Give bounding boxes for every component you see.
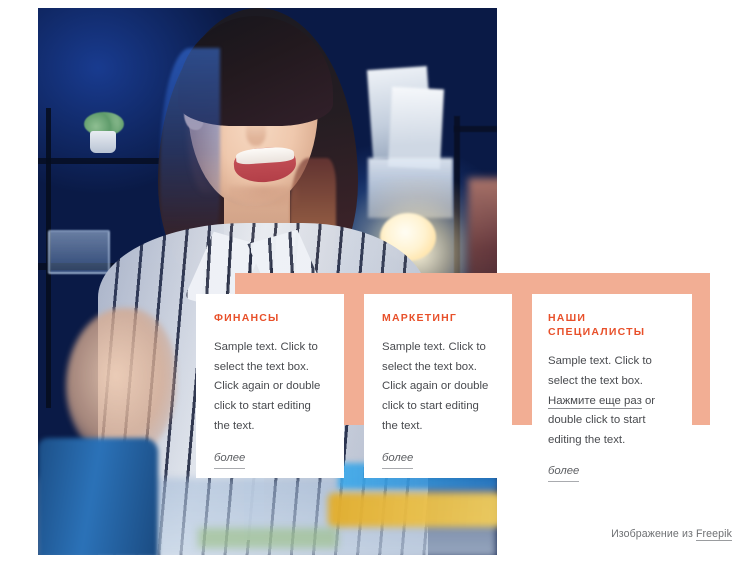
feature-card-finance[interactable]: ФИНАНСЫ Sample text. Click to select the… — [196, 294, 344, 478]
card-content: ФИНАНСЫ Sample text. Click to select the… — [196, 294, 344, 469]
feature-card-marketing[interactable]: МАРКЕТИНГ Sample text. Click to select t… — [364, 294, 512, 478]
card-content: НАШИ СПЕЦИАЛИСТЫ Sample text. Click to s… — [532, 294, 692, 482]
page-root: ФИНАНСЫ Sample text. Click to select the… — [0, 0, 750, 573]
card-body-text-before: Sample text. Click to select the text bo… — [548, 355, 652, 387]
more-link[interactable]: более — [214, 452, 246, 469]
freepik-link[interactable]: Freepik — [695, 528, 732, 541]
photo-woman-chin-shadow — [228, 186, 298, 206]
card-title: МАРКЕТИНГ — [382, 312, 458, 324]
more-link[interactable]: более — [548, 465, 580, 482]
feature-card-specialists[interactable]: НАШИ СПЕЦИАЛИСТЫ Sample text. Click to s… — [532, 294, 692, 482]
card-content: МАРКЕТИНГ Sample text. Click to select t… — [364, 294, 512, 469]
card-body: Sample text. Click to select the text bo… — [214, 338, 326, 436]
photo-desk-green-object — [198, 528, 338, 548]
more-link[interactable]: более — [382, 452, 414, 469]
image-credit: Изображение из Freepik — [611, 528, 732, 541]
photo-frame-crossbar — [454, 126, 497, 132]
card-title: ФИНАНСЫ — [214, 312, 280, 324]
photo-basket — [48, 230, 110, 274]
photo-plant-pot — [90, 131, 116, 153]
image-credit-prefix: Изображение из — [611, 528, 696, 540]
photo-woman-hand — [66, 308, 176, 458]
photo-blue-mug — [38, 438, 158, 555]
card-body-text: Sample text. Click to select the text bo… — [214, 341, 321, 432]
card-body: Sample text. Click to select the text bo… — [548, 352, 676, 450]
photo-desk-yellow-object — [328, 493, 497, 527]
card-body-text: Sample text. Click to select the text bo… — [382, 341, 489, 432]
photo-paper-stack-secondary — [387, 86, 445, 170]
card-title: НАШИ СПЕЦИАЛИСТЫ — [548, 312, 646, 339]
card-body: Sample text. Click to select the text bo… — [382, 338, 494, 436]
inline-click-again-link[interactable]: Нажмите еще раз — [548, 394, 642, 409]
